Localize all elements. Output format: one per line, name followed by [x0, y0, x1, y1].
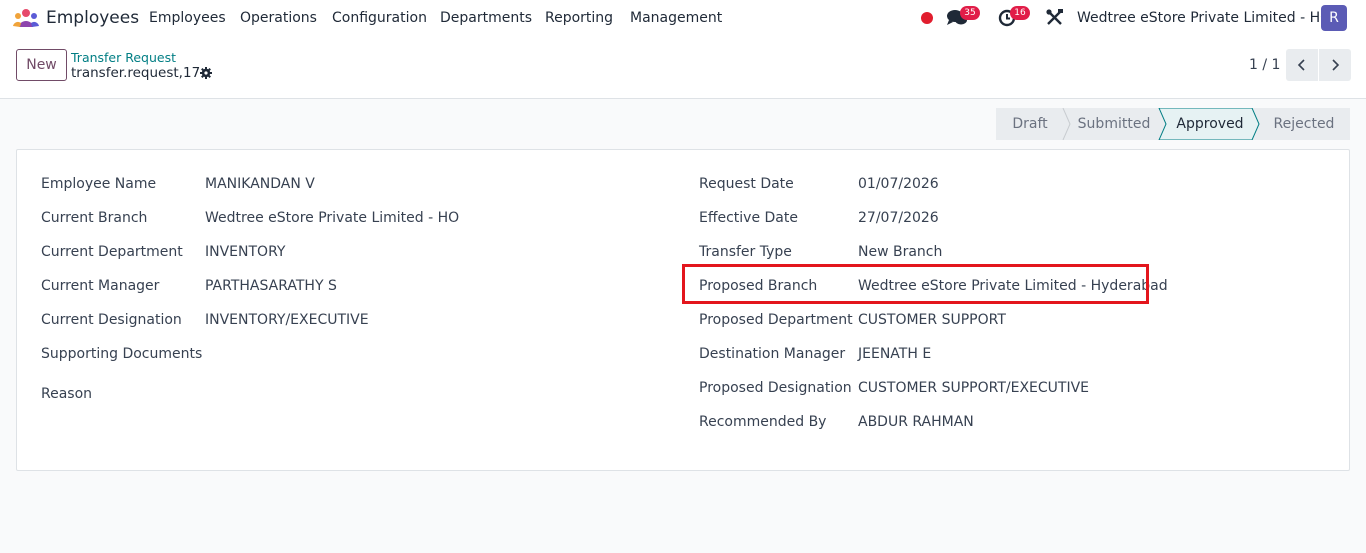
breadcrumb-parent-link[interactable]: Transfer Request — [71, 50, 176, 65]
label-current-manager: Current Manager — [41, 278, 160, 294]
label-recommended-by: Recommended By — [699, 414, 827, 430]
activities-badge: 16 — [1010, 6, 1030, 20]
field-effective-date[interactable]: 27/07/2026 — [858, 210, 939, 226]
pager-next-button[interactable] — [1319, 49, 1351, 81]
proposed-branch-highlight-box — [682, 264, 1149, 304]
stage-approved[interactable]: Approved — [1164, 108, 1256, 140]
pager-previous-button[interactable] — [1286, 49, 1318, 81]
form-sheet — [16, 149, 1350, 471]
label-transfer-type: Transfer Type — [699, 244, 792, 260]
field-current-designation[interactable]: INVENTORY/EXECUTIVE — [205, 312, 369, 328]
new-button[interactable]: New — [16, 49, 67, 81]
menu-operations[interactable]: Operations — [240, 10, 317, 26]
field-transfer-type[interactable]: New Branch — [858, 244, 942, 260]
menu-departments[interactable]: Departments — [440, 10, 532, 26]
label-current-department: Current Department — [41, 244, 183, 260]
gear-icon[interactable] — [200, 67, 212, 79]
label-current-branch: Current Branch — [41, 210, 148, 226]
field-current-manager[interactable]: PARTHASARATHY S — [205, 278, 337, 294]
recording-indicator-icon[interactable] — [921, 12, 933, 24]
field-recommended-by[interactable]: ABDUR RAHMAN — [858, 414, 974, 430]
chevron-left-icon — [1297, 59, 1305, 71]
label-destination-manager: Destination Manager — [699, 346, 846, 362]
pager-value[interactable]: 1 / 1 — [1249, 57, 1280, 73]
stage-draft[interactable]: Draft — [996, 108, 1064, 140]
label-current-designation: Current Designation — [41, 312, 182, 328]
label-proposed-designation: Proposed Designation — [699, 380, 852, 396]
user-avatar[interactable]: R — [1321, 5, 1347, 31]
field-proposed-department[interactable]: CUSTOMER SUPPORT — [858, 312, 1006, 328]
stage-submitted[interactable]: Submitted — [1068, 108, 1160, 140]
control-panel: New Transfer Request transfer.request,17… — [0, 36, 1366, 99]
menu-reporting[interactable]: Reporting — [545, 10, 613, 26]
breadcrumb-current: transfer.request,17 — [71, 65, 201, 81]
field-current-department[interactable]: INVENTORY — [205, 244, 285, 260]
field-proposed-designation[interactable]: CUSTOMER SUPPORT/EXECUTIVE — [858, 380, 1089, 396]
menu-management[interactable]: Management — [630, 10, 722, 26]
label-effective-date: Effective Date — [699, 210, 798, 226]
app-name[interactable]: Employees — [46, 8, 139, 28]
field-request-date[interactable]: 01/07/2026 — [858, 176, 939, 192]
label-request-date: Request Date — [699, 176, 794, 192]
label-employee-name: Employee Name — [41, 176, 157, 192]
company-switcher[interactable]: Wedtree eStore Private Limited - HO — [1077, 10, 1331, 26]
top-navbar: Employees Employees Operations Configura… — [0, 0, 1366, 36]
stage-rejected[interactable]: Rejected — [1258, 108, 1350, 140]
label-reason: Reason — [41, 386, 93, 402]
chevron-right-icon — [1332, 59, 1340, 71]
label-proposed-department: Proposed Department — [699, 312, 853, 328]
field-employee-name[interactable]: MANIKANDAN V — [205, 176, 315, 192]
menu-configuration[interactable]: Configuration — [332, 10, 427, 26]
employees-app-icon[interactable] — [13, 8, 39, 28]
field-current-branch[interactable]: Wedtree eStore Private Limited - HO — [205, 210, 459, 226]
field-destination-manager[interactable]: JEENATH E — [858, 346, 931, 362]
debug-tools-icon[interactable] — [1046, 9, 1063, 26]
status-bar: Draft Submitted Approved Rejected — [996, 108, 1350, 140]
menu-employees[interactable]: Employees — [149, 10, 226, 26]
messages-badge: 35 — [960, 6, 980, 20]
label-supporting-documents: Supporting Documents — [41, 346, 203, 362]
